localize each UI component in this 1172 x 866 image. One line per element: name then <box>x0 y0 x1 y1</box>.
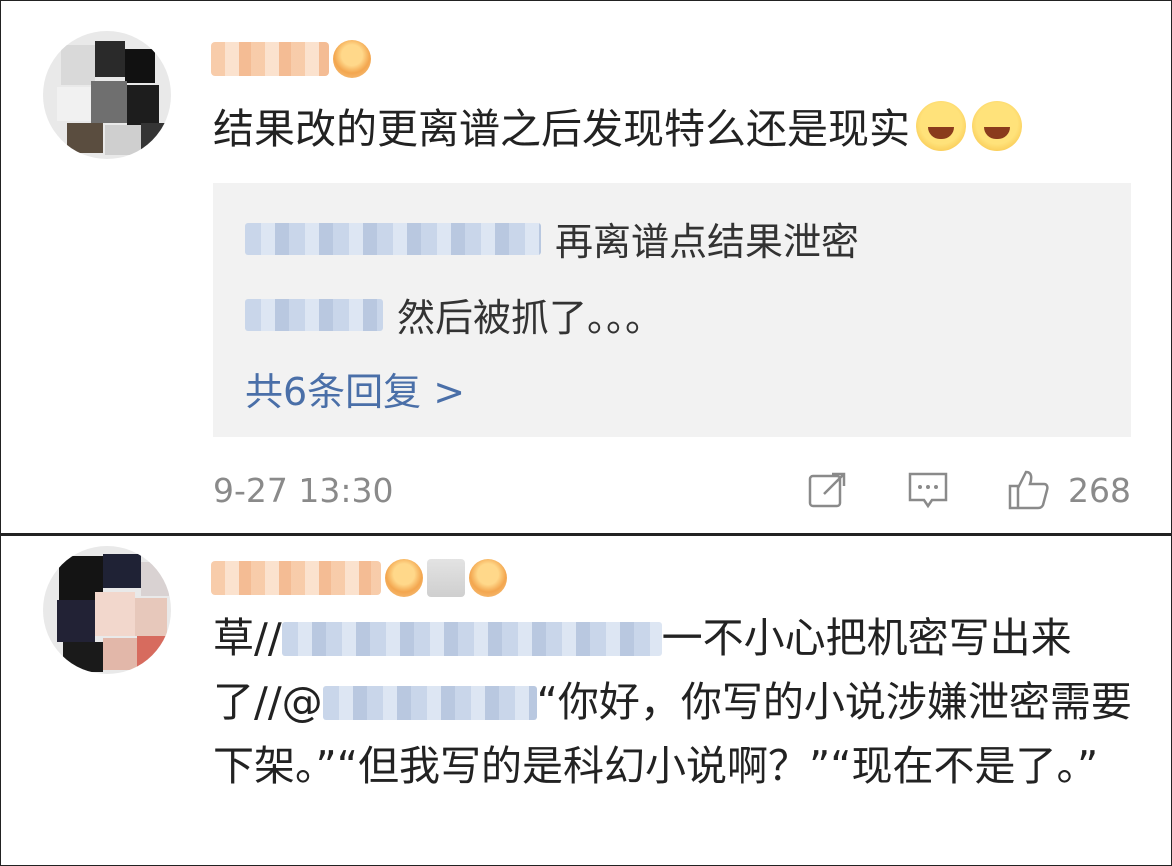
mention-blur[interactable] <box>281 622 662 656</box>
timestamp: 9-27 13:30 <box>213 470 394 510</box>
user-badge-icon <box>385 559 423 597</box>
reply-item[interactable]: 再离谱点结果泄密 <box>245 211 859 266</box>
comment-icon[interactable] <box>906 468 950 512</box>
laugh-cry-emoji-icon <box>972 101 1022 151</box>
user-badge-icon <box>333 40 371 78</box>
more-replies-link[interactable]: 共6条回复 > <box>245 361 465 416</box>
avatar[interactable] <box>43 546 171 674</box>
username[interactable] <box>211 558 507 598</box>
comment-text: 草//一不小心把机密写出来了//@ “你好，你写的小说涉嫌泄密需要下架。”“但我写… <box>213 614 1132 790</box>
user-badge-icon <box>469 559 507 597</box>
username-text[interactable] <box>211 561 381 595</box>
laugh-cry-emoji-icon <box>916 101 966 151</box>
reply-author[interactable] <box>245 298 383 331</box>
reply-author[interactable] <box>245 222 541 255</box>
user-badge-icon <box>427 559 465 597</box>
avatar[interactable] <box>43 31 171 159</box>
comment-card: 草//一不小心把机密写出来了//@ “你好，你写的小说涉嫌泄密需要下架。”“但我写… <box>0 534 1172 866</box>
comment-card: 结果改的更离谱之后发现特么还是现实 再离谱点结果泄密 然后被抓了。。。 共6条回… <box>0 0 1172 534</box>
reply-preview-box[interactable]: 再离谱点结果泄密 然后被抓了。。。 共6条回复 > <box>213 183 1131 437</box>
username[interactable] <box>211 39 371 79</box>
comment-footer: 9-27 13:30 268 <box>213 467 1131 513</box>
reply-item[interactable]: 然后被抓了。。。 <box>245 287 663 342</box>
comment-text: 结果改的更离谱之后发现特么还是现实 <box>213 97 1022 161</box>
share-icon[interactable] <box>806 468 850 512</box>
reply-text: 再离谱点结果泄密 <box>555 220 860 264</box>
like-count: 268 <box>1068 470 1131 510</box>
reply-text: 然后被抓了。。。 <box>397 296 664 340</box>
mention-blur[interactable] <box>322 686 537 720</box>
username-text[interactable] <box>211 42 329 76</box>
like-icon[interactable] <box>1006 468 1050 512</box>
